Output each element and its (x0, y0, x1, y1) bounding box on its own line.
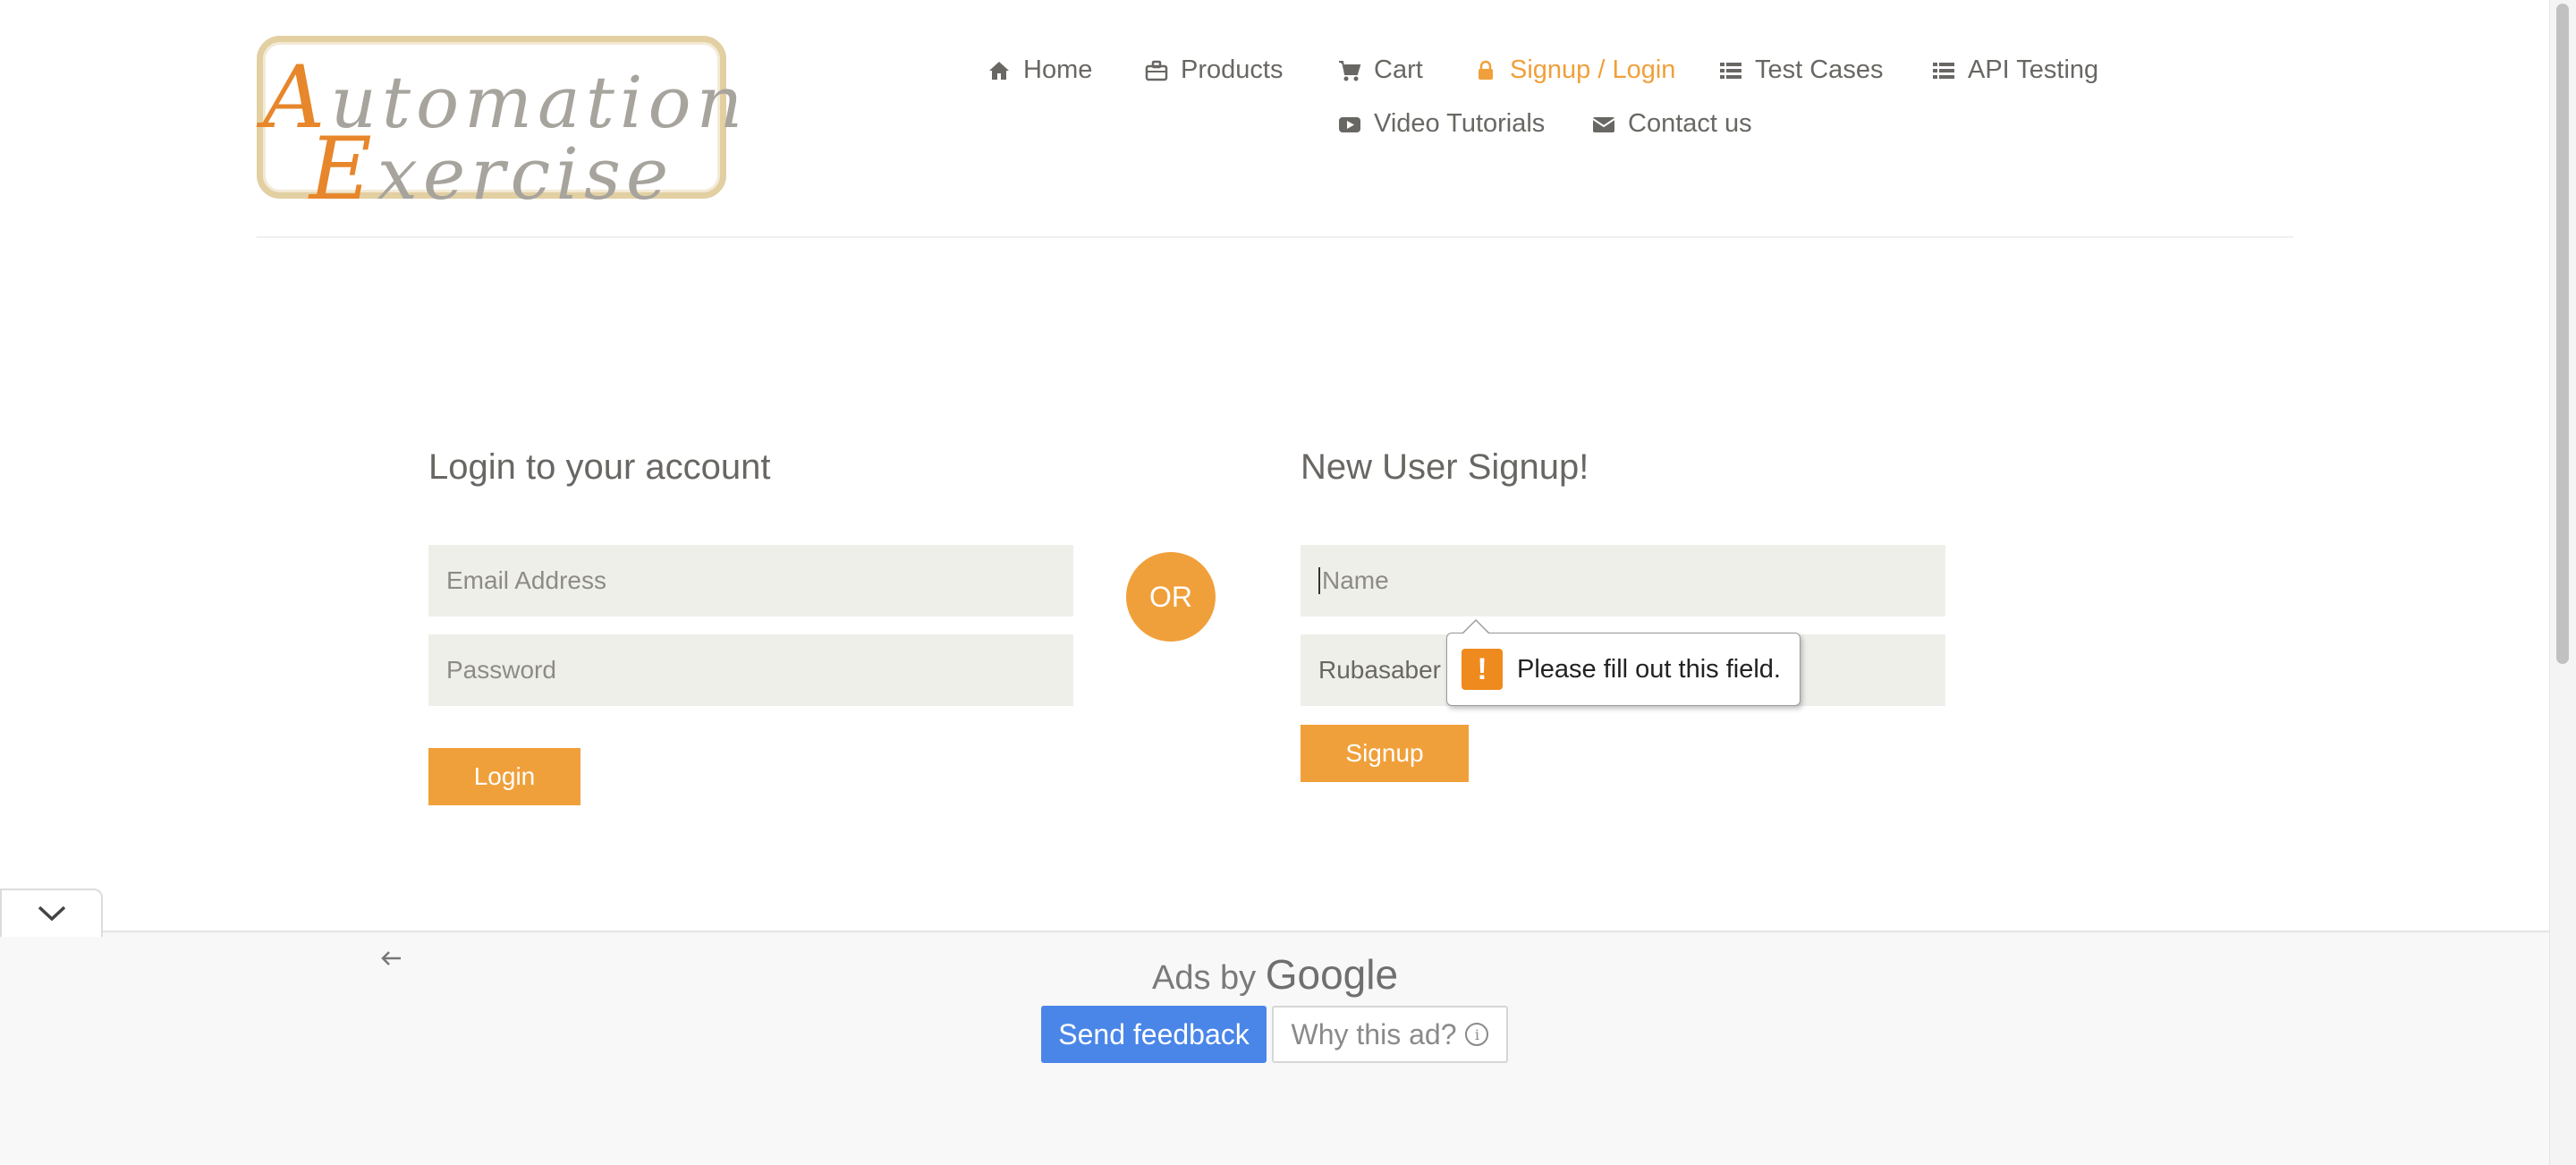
login-password-field[interactable]: Password (428, 634, 1073, 706)
nav-test-cases[interactable]: Test Cases (1719, 55, 1883, 85)
nav-signup-login-label: Signup / Login (1510, 55, 1676, 84)
why-this-ad-label: Why this ad? (1291, 1017, 1457, 1050)
nav-cart-label: Cart (1374, 55, 1423, 84)
nav-api-testing-label: API Testing (1968, 55, 2099, 84)
logo-line-2: Exercise (309, 119, 674, 219)
validation-message: Please fill out this field. (1517, 654, 1781, 684)
ads-by-label: Ads by (1152, 959, 1257, 997)
signup-title: New User Signup! (1301, 447, 1589, 487)
ad-collapse-button[interactable] (0, 889, 103, 937)
signup-name-placeholder: Name (1322, 566, 1389, 594)
site-logo[interactable]: Automation Exercise (257, 36, 742, 212)
nav-cart[interactable]: Cart (1338, 55, 1423, 85)
header-divider (257, 236, 2293, 238)
cart-icon (1339, 60, 1361, 81)
or-divider: OR (1126, 552, 1216, 642)
list-icon (1933, 62, 1954, 79)
login-title: Login to your account (428, 447, 771, 487)
lock-icon (1479, 60, 1493, 80)
why-this-ad-button[interactable]: Why this ad? i (1272, 1006, 1508, 1063)
login-email-field[interactable]: Email Address (428, 545, 1073, 617)
nav-products[interactable]: Products (1145, 55, 1283, 85)
ad-divider (0, 931, 2549, 932)
ads-by-google: Ads by Google (1152, 950, 1398, 999)
nav-contact-us-label: Contact us (1628, 109, 1752, 138)
youtube-icon (1339, 116, 1360, 132)
text-caret (1318, 567, 1320, 594)
nav-signup-login[interactable]: Signup / Login (1474, 55, 1675, 85)
warning-icon: ! (1462, 649, 1503, 690)
logo-line-2-rest: xercise (377, 132, 674, 216)
nav-home[interactable]: Home (987, 55, 1092, 85)
home-icon (989, 61, 1009, 80)
signup-button[interactable]: Signup (1301, 725, 1469, 782)
ad-back-button[interactable] (379, 945, 402, 974)
google-wordmark: Google (1265, 951, 1399, 998)
chevron-down-icon (38, 906, 65, 922)
nav-contact-us[interactable]: Contact us (1592, 109, 1752, 139)
validation-tooltip: ! Please fill out this field. (1446, 633, 1801, 706)
nav-api-testing[interactable]: API Testing (1932, 55, 2098, 85)
envelope-icon (1592, 116, 1615, 132)
nav-video-tutorials[interactable]: Video Tutorials (1338, 109, 1545, 139)
signup-name-field[interactable]: Name (1301, 545, 1945, 617)
login-email-placeholder: Email Address (446, 566, 606, 594)
arrow-left-icon (381, 951, 401, 965)
info-icon: i (1465, 1023, 1489, 1046)
login-password-placeholder: Password (446, 656, 556, 684)
tooltip-arrow-fill (1463, 621, 1488, 634)
scrollbar-thumb[interactable] (2556, 4, 2569, 664)
nav-video-tutorials-label: Video Tutorials (1374, 109, 1546, 138)
signup-email-value: Rubasaber (1318, 656, 1441, 684)
send-feedback-button[interactable]: Send feedback (1041, 1006, 1267, 1063)
login-button[interactable]: Login (428, 748, 580, 805)
nav-home-label: Home (1023, 55, 1093, 84)
nav-products-label: Products (1181, 55, 1284, 84)
briefcase-icon (1145, 60, 1168, 81)
nav-test-cases-label: Test Cases (1755, 55, 1884, 84)
list-icon (1720, 62, 1741, 79)
